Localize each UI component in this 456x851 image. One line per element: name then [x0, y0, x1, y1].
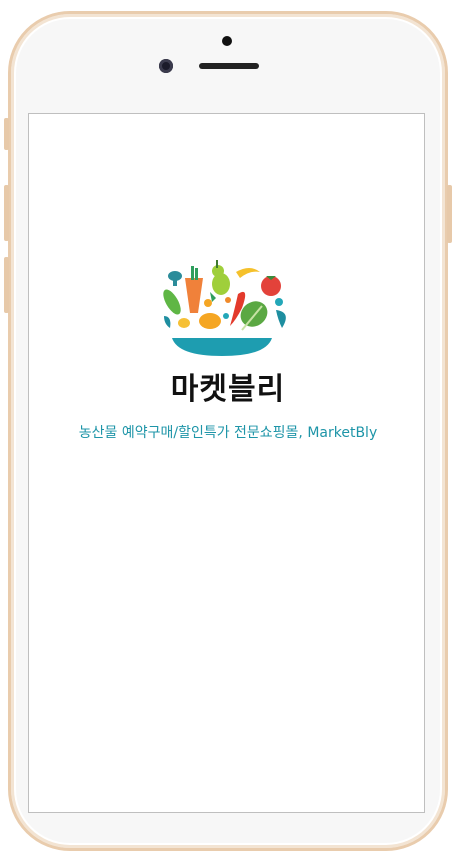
- phone-volume-up-button: [4, 185, 9, 241]
- phone-volume-down-button: [4, 257, 9, 313]
- app-tagline: 농산물 예약구매/할인특가 전문쇼핑몰, MarketBly: [78, 425, 378, 441]
- front-camera: [159, 59, 173, 73]
- earpiece-speaker: [199, 63, 259, 69]
- phone-mute-switch: [4, 118, 9, 150]
- app-brand-name: 마켓블리: [170, 372, 286, 407]
- front-sensor: [222, 36, 232, 46]
- phone-power-button: [447, 185, 452, 243]
- vegetable-bowl-icon: [163, 260, 286, 356]
- splash-screen: [28, 113, 425, 813]
